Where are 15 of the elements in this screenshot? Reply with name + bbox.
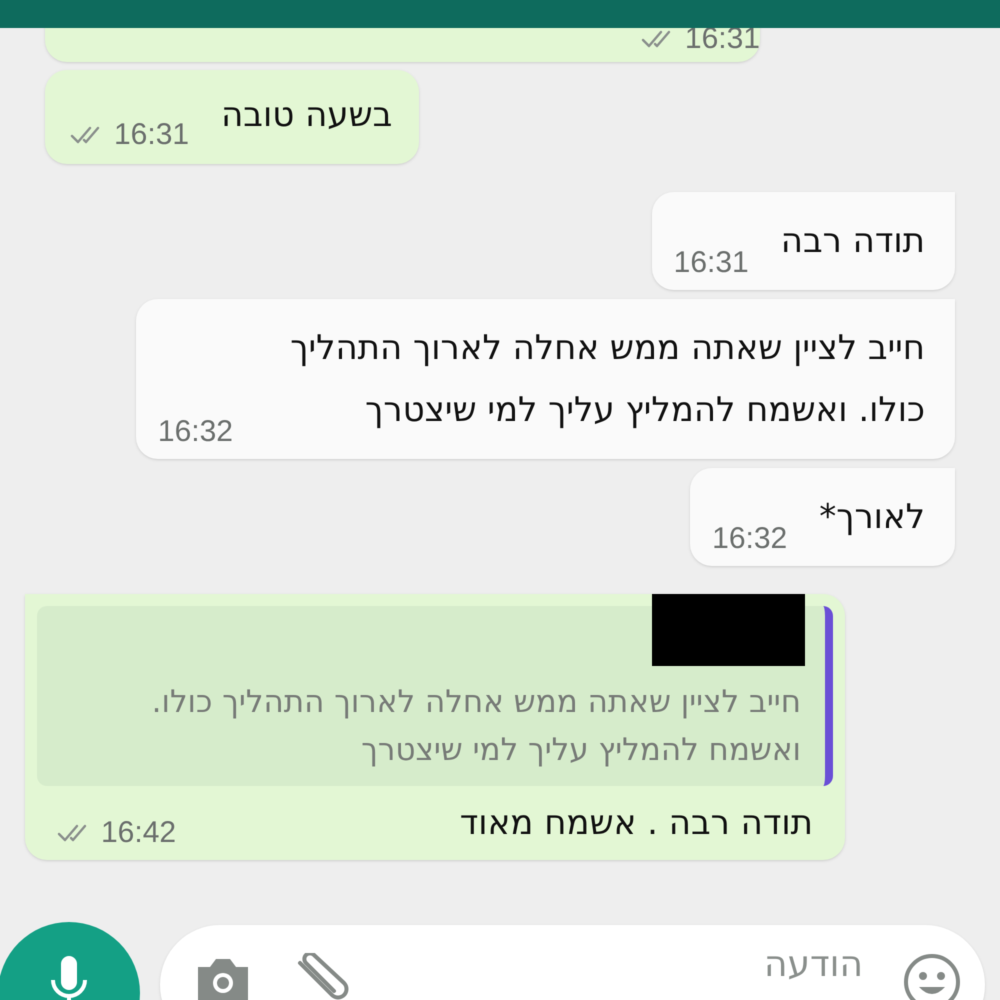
message-text: לאורך* bbox=[819, 496, 925, 539]
quoted-message[interactable]: חייב לציין שאתה ממש אחלה לארוך התהליך כולו. ואשמח להמליץ עליך למי שיצטרך bbox=[37, 606, 833, 786]
message-time: 16:32 bbox=[158, 417, 233, 447]
message-time: 16:32 bbox=[712, 524, 788, 554]
message-text: חייב לציין שאתה ממש אחלה לארוך התהליך כולו. ואשמח להמליץ עליך למי שיצטרך bbox=[289, 327, 925, 432]
emoji-icon[interactable] bbox=[903, 953, 961, 1000]
message-time: 16:42 bbox=[101, 818, 176, 848]
message-text: בשעה טובה bbox=[221, 94, 392, 137]
quoted-text: חייב לציין שאתה ממש אחלה לארוך התהליך כולו. ואשמח להמליץ עליך למי שיצטרך bbox=[150, 683, 801, 770]
message-time: 16:31 bbox=[114, 120, 190, 150]
message-input-field[interactable]: הודעה bbox=[663, 941, 863, 989]
message-text: תודה רבה bbox=[780, 220, 925, 263]
message-time: 16:31 bbox=[684, 24, 760, 54]
message-text: תודה רבה . אשמח מאוד bbox=[458, 802, 813, 845]
message-time: 16:31 bbox=[674, 248, 749, 278]
